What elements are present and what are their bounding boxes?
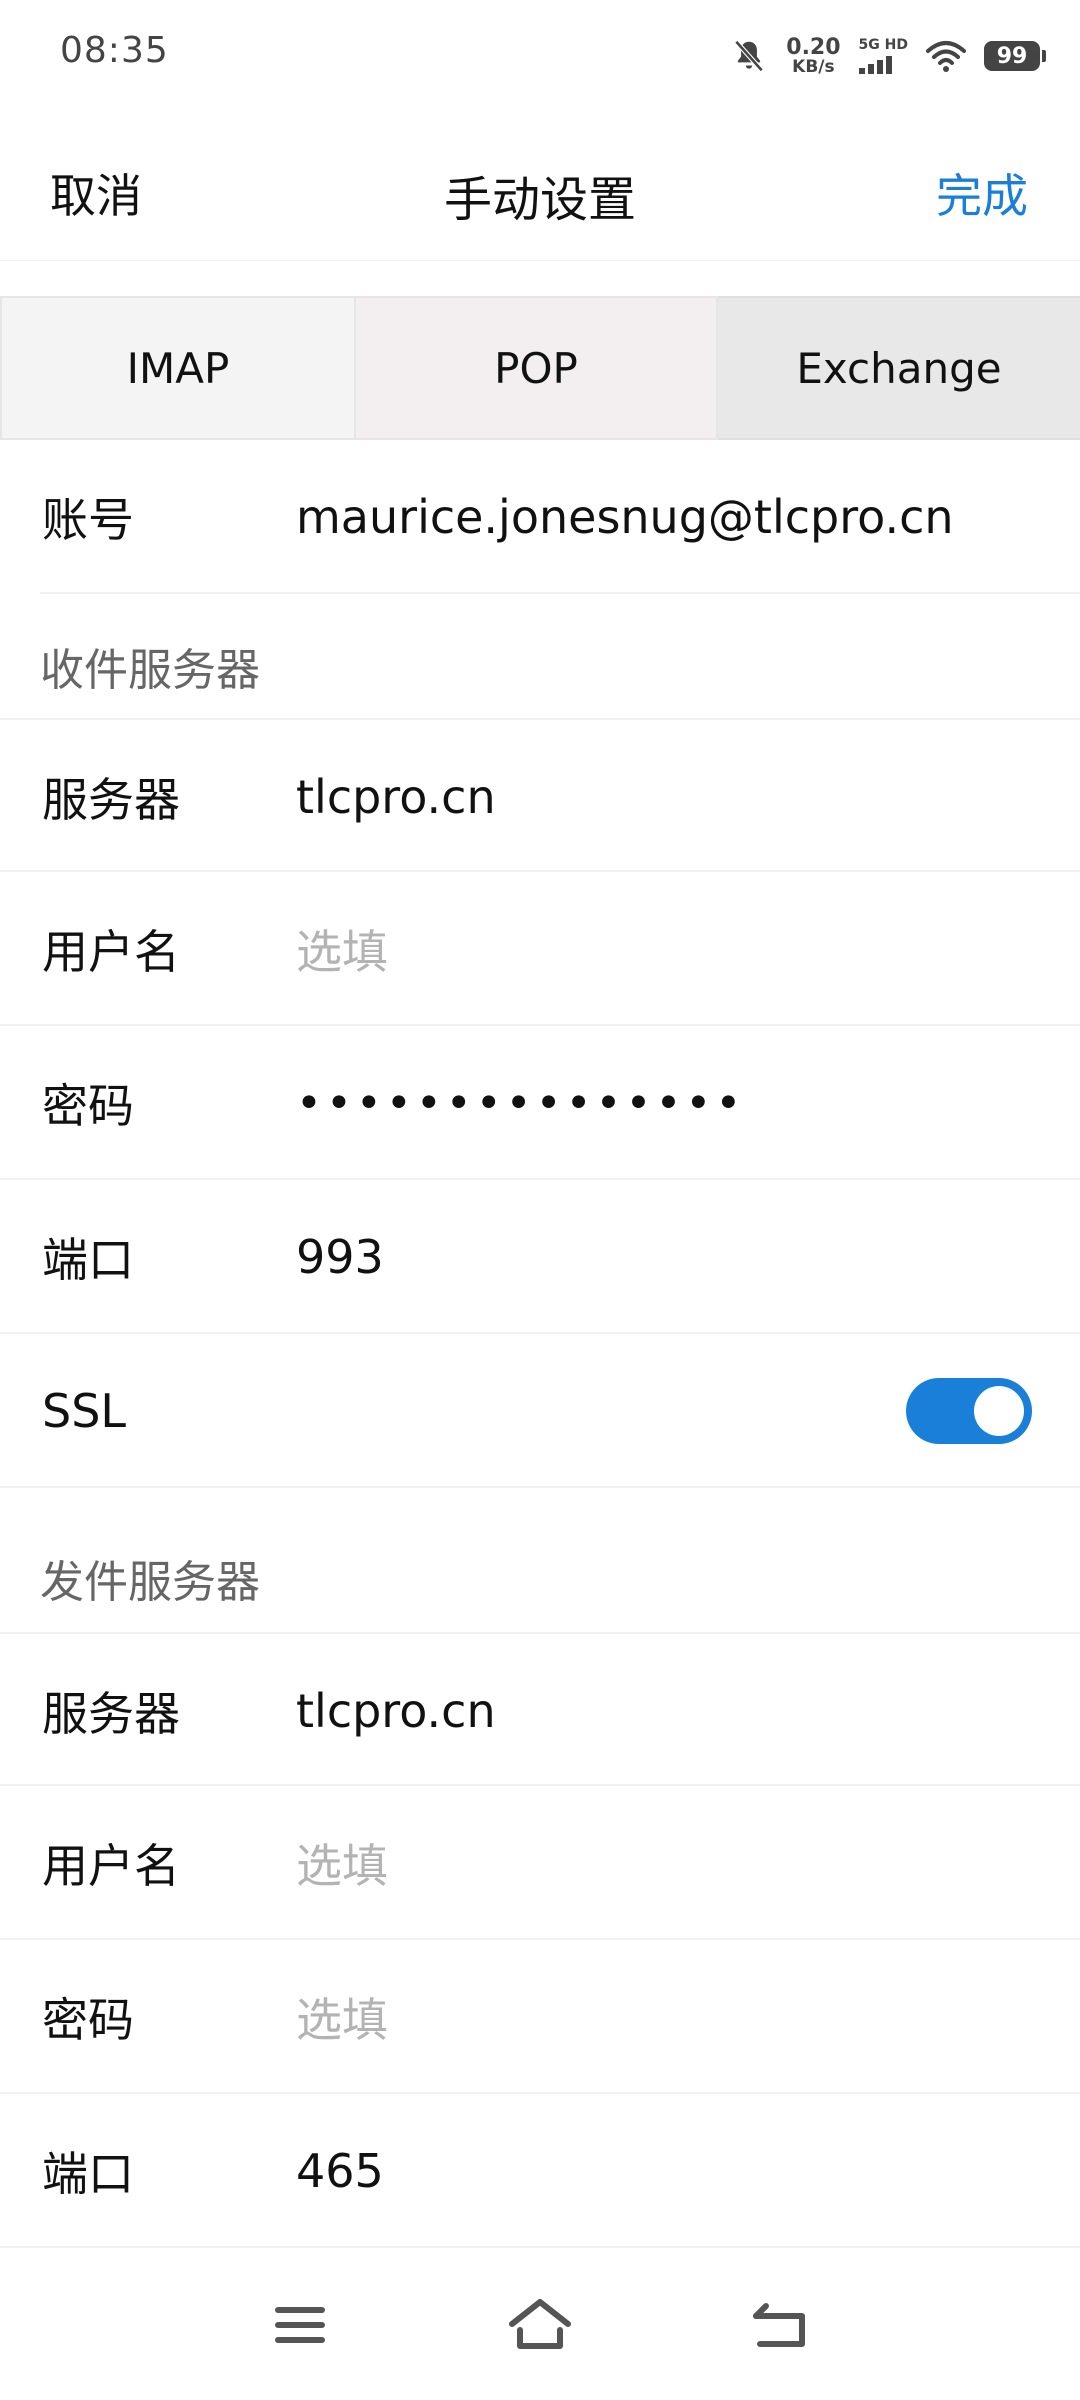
incoming-username-field[interactable]: 选填 xyxy=(296,872,388,1026)
status-bar: 08:35 0.20 KB/s 5G HD 99 xyxy=(0,0,1080,110)
incoming-server-field[interactable]: tlcpro.cn xyxy=(296,720,496,874)
ssl-toggle-knob xyxy=(974,1386,1024,1436)
network-type-label: 5G HD xyxy=(858,37,908,53)
signal-block: 5G HD xyxy=(858,37,908,74)
incoming-username-row: 用户名 选填 xyxy=(0,872,1080,1026)
home-icon[interactable] xyxy=(500,2290,580,2360)
outgoing-server-label: 服务器 xyxy=(42,1687,180,1741)
outgoing-username-row: 用户名 选填 xyxy=(0,1786,1080,1940)
tab-imap[interactable]: IMAP xyxy=(0,296,356,440)
signal-icon xyxy=(858,54,892,74)
outgoing-section-title: 发件服务器 xyxy=(40,1557,260,1608)
page-title: 手动设置 xyxy=(443,172,636,228)
outgoing-port-row: 端口 465 xyxy=(0,2094,1080,2248)
menu-icon[interactable] xyxy=(260,2290,340,2360)
ssl-label: SSL xyxy=(42,1384,127,1438)
ssl-row: SSL xyxy=(0,1334,1080,1488)
wifi-icon xyxy=(926,41,966,72)
back-icon[interactable] xyxy=(740,2290,820,2360)
mute-icon xyxy=(734,40,764,72)
navigation-bar xyxy=(0,2250,1080,2400)
ssl-toggle[interactable] xyxy=(906,1378,1032,1444)
incoming-port-label: 端口 xyxy=(42,1233,134,1287)
outgoing-password-field[interactable]: 选填 xyxy=(296,1940,388,2094)
account-label: 账号 xyxy=(42,493,134,547)
account-field[interactable]: maurice.jonesnug@tlcpro.cn xyxy=(296,440,954,594)
outgoing-port-label: 端口 xyxy=(42,2147,134,2201)
incoming-password-field[interactable]: ••••••••••••••• xyxy=(296,1026,745,1180)
outgoing-password-label: 密码 xyxy=(42,1993,134,2047)
incoming-port-field[interactable]: 993 xyxy=(296,1180,384,1334)
incoming-server-row: 服务器 tlcpro.cn xyxy=(0,718,1080,872)
outgoing-server-field[interactable]: tlcpro.cn xyxy=(296,1634,496,1788)
protocol-tabs: IMAP POP Exchange xyxy=(0,296,1080,440)
network-speed-unit: KB/s xyxy=(792,56,835,77)
tab-pop[interactable]: POP xyxy=(356,296,718,440)
incoming-server-label: 服务器 xyxy=(42,773,180,827)
incoming-password-row: 密码 ••••••••••••••• xyxy=(0,1026,1080,1180)
outgoing-username-field[interactable]: 选填 xyxy=(296,1786,388,1940)
status-time: 08:35 xyxy=(60,30,169,71)
network-speed: 0.20 KB/s xyxy=(786,34,841,77)
outgoing-username-label: 用户名 xyxy=(42,1839,180,1893)
header-bar: 取消 手动设置 完成 xyxy=(0,110,1080,261)
outgoing-port-field[interactable]: 465 xyxy=(296,2094,384,2248)
battery-icon: 99 xyxy=(984,41,1046,71)
tab-exchange[interactable]: Exchange xyxy=(718,296,1080,440)
account-row: 账号 maurice.jonesnug@tlcpro.cn xyxy=(40,440,1080,594)
outgoing-server-row: 服务器 tlcpro.cn xyxy=(0,1632,1080,1786)
network-speed-value: 0.20 xyxy=(786,34,841,60)
battery-level: 99 xyxy=(996,43,1028,69)
incoming-password-label: 密码 xyxy=(42,1079,134,1133)
done-button[interactable]: 完成 xyxy=(936,160,1028,226)
incoming-port-row: 端口 993 xyxy=(0,1180,1080,1334)
incoming-section-title: 收件服务器 xyxy=(40,645,260,696)
outgoing-password-row: 密码 选填 xyxy=(0,1940,1080,2094)
status-icons: 0.20 KB/s 5G HD 99 xyxy=(730,34,1046,78)
incoming-username-label: 用户名 xyxy=(42,925,180,979)
